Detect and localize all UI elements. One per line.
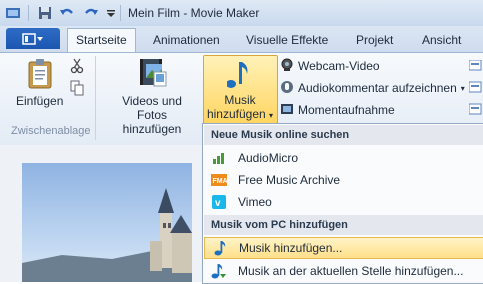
webcam-video-button[interactable]: Webcam-Video [280, 56, 380, 76]
add-music-at-position-label: Musik an der aktuellen Stelle hinzufügen… [238, 264, 464, 278]
menu-item-audiomicro[interactable]: AudioMicro [204, 147, 483, 169]
online-music-header: Neue Musik online suchen [204, 125, 483, 145]
webcam-icon [280, 58, 294, 75]
app-icon[interactable] [4, 4, 22, 22]
audiomicro-label: AudioMicro [238, 151, 299, 165]
save-icon[interactable] [36, 4, 54, 22]
add-music-label-line2: hinzufügen ▾ [205, 107, 275, 121]
free-music-archive-icon: FMA [210, 172, 228, 188]
tab-animationen[interactable]: Animationen [153, 30, 220, 50]
menu-item-add-music[interactable]: Musik hinzufügen... [204, 237, 483, 259]
vimeo-label: Vimeo [238, 195, 272, 209]
tab-projekt[interactable]: Projekt [356, 30, 393, 50]
webcam-label: Webcam-Video [298, 59, 380, 73]
videos-photos-icon[interactable] [138, 56, 168, 91]
snapshot-icon [280, 102, 294, 119]
group-separator [95, 56, 96, 140]
svg-text:v: v [215, 198, 221, 209]
clipboard-paste-icon[interactable] [26, 58, 56, 93]
copy-icon[interactable] [70, 80, 84, 99]
add-music-item-label: Musik hinzufügen... [239, 241, 343, 255]
microphone-icon [280, 80, 294, 97]
menu-item-add-music-at-position[interactable]: Musik an der aktuellen Stelle hinzufügen… [204, 260, 483, 282]
add-music-dropdown-menu: Neue Musik online suchen AudioMicro FMA … [202, 123, 483, 284]
tab-startseite[interactable]: Startseite [67, 28, 136, 53]
music-insert-icon [210, 263, 228, 279]
add-videos-label[interactable]: Videos und Fotos hinzufügen [106, 94, 198, 136]
customize-quick-access-icon[interactable] [102, 4, 120, 22]
window-title: Mein Film - Movie Maker [128, 6, 260, 20]
clipboard-group-label: Zwischenablage [11, 125, 91, 137]
video-preview[interactable] [22, 163, 192, 282]
add-videos-label-line1: Videos und Fotos [122, 94, 182, 122]
file-menu-button[interactable] [6, 28, 60, 49]
audio-comment-label: Audiokommentar aufzeichnen [298, 81, 457, 95]
chevron-down-icon: ▾ [460, 83, 465, 93]
add-music-label-line2-text: hinzufügen [206, 107, 266, 121]
music-note-icon [211, 240, 229, 256]
free-music-archive-label: Free Music Archive [238, 173, 341, 187]
menu-item-vimeo[interactable]: v Vimeo [204, 191, 483, 213]
redo-icon[interactable] [82, 4, 100, 22]
add-music-label-line1: Musik [224, 93, 256, 107]
snapshot-button[interactable]: Momentaufnahme [280, 100, 395, 120]
add-videos-label-line2: hinzufügen [122, 122, 182, 136]
snapshot-label: Momentaufnahme [298, 103, 395, 117]
paste-label[interactable]: Einfügen [16, 94, 63, 108]
audiomicro-icon [210, 150, 228, 166]
castle-image [22, 188, 192, 282]
menu-item-free-music-archive[interactable]: FMA Free Music Archive [204, 169, 483, 191]
undo-icon[interactable] [58, 4, 76, 22]
svg-text:FMA: FMA [213, 178, 228, 185]
tab-ansicht[interactable]: Ansicht [422, 30, 461, 50]
audio-comment-button[interactable]: Audiokommentar aufzeichnen ▾ [280, 78, 465, 98]
title-bar: Mein Film - Movie Maker [0, 0, 483, 27]
add-music-label: Musik hinzufügen ▾ [205, 93, 275, 121]
dropdown-arrow-icon: ▾ [269, 111, 274, 120]
cut-icon[interactable] [70, 58, 84, 77]
music-note-icon [226, 58, 253, 93]
caption-icon[interactable] [468, 59, 483, 123]
pc-music-header: Musik vom PC hinzufügen [204, 215, 483, 235]
tab-visuelle-effekte[interactable]: Visuelle Effekte [246, 30, 328, 50]
vimeo-icon: v [210, 194, 228, 210]
